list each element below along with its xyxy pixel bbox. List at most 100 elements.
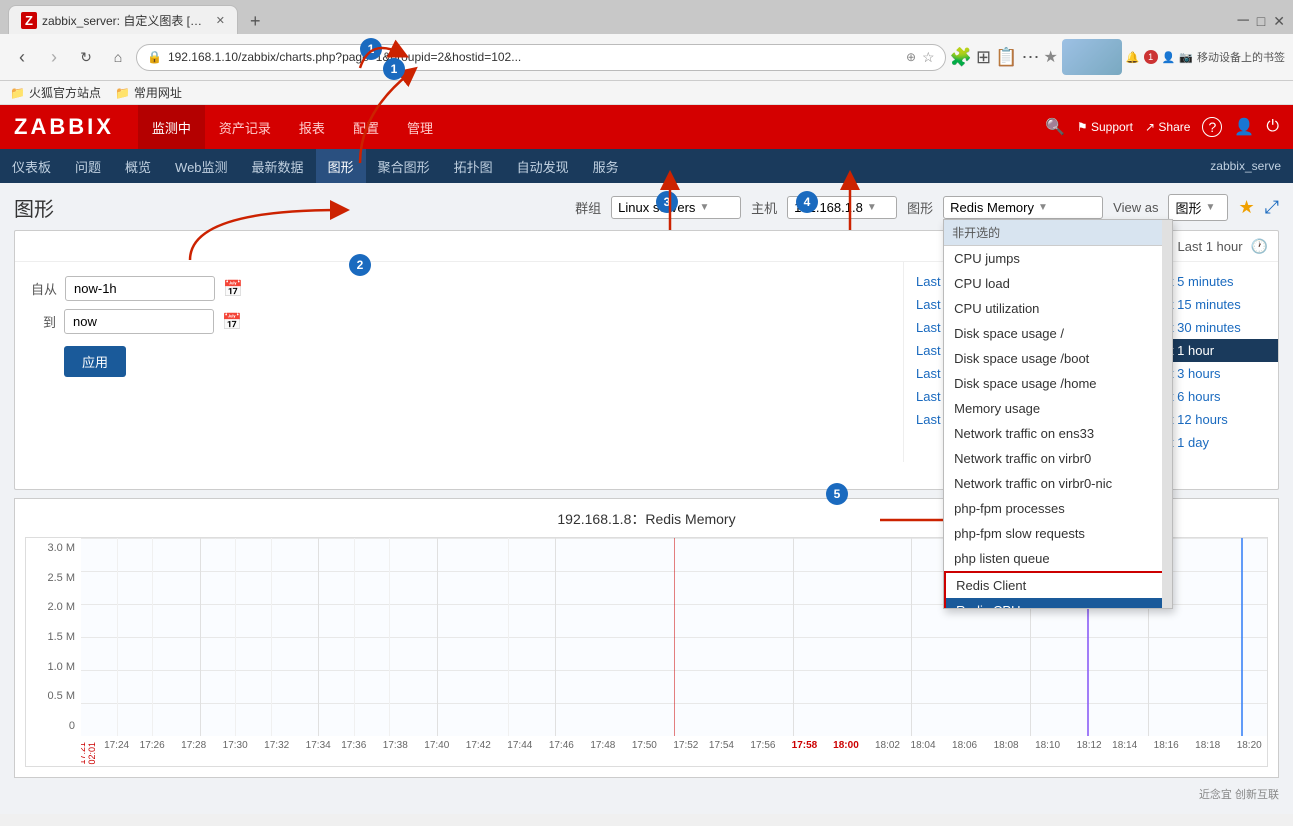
subnav-discovery[interactable]: 自动发现 <box>505 149 581 183</box>
reload-button[interactable]: ↻ <box>72 43 100 71</box>
forward-button[interactable]: › <box>40 43 68 71</box>
from-label: 自从 <box>31 279 57 298</box>
x-tick-1746: 17:46 <box>549 740 574 751</box>
to-input[interactable] <box>64 309 214 334</box>
dropdown-item-net1[interactable]: Network traffic on ens33 <box>944 421 1172 446</box>
sidebar-icon[interactable]: ⊞ <box>976 47 991 68</box>
page-header-row: 图形 群组 Linux servers ▼ 主机 192.168.1.8 ▼ 图… <box>14 193 1279 222</box>
chevron-down-icon: ▼ <box>699 202 709 213</box>
subnav-overview[interactable]: 概览 <box>113 149 163 183</box>
to-calendar-icon[interactable]: 📅 <box>222 312 242 332</box>
dropdown-item-disk1[interactable]: Disk space usage / <box>944 321 1172 346</box>
more-icon[interactable]: ⋯ <box>1022 47 1040 68</box>
new-tab-button[interactable]: + <box>240 8 271 34</box>
x-tick-1736: 17:36 <box>341 740 366 751</box>
home-button[interactable]: ⌂ <box>104 43 132 71</box>
subnav-latest[interactable]: 最新数据 <box>240 149 316 183</box>
dropdown-item-disk2[interactable]: Disk space usage /boot <box>944 346 1172 371</box>
dropdown-item-disk3[interactable]: Disk space usage /home <box>944 371 1172 396</box>
dropdown-item-cpu-util[interactable]: CPU utilization <box>944 296 1172 321</box>
address-bar[interactable]: 🔒 192.168.1.10/zabbix/charts.php?page=1&… <box>136 44 946 71</box>
dropdown-header-item: 非开选的 <box>944 220 1172 246</box>
graph-filter-label: 图形 <box>907 198 933 217</box>
address-text: 192.168.1.10/zabbix/charts.php?page=1&gr… <box>168 50 900 64</box>
kiosk-expand-button[interactable]: ⤢ <box>1265 197 1279 218</box>
nav-config[interactable]: 配置 <box>339 105 393 149</box>
subnav-aggregate[interactable]: 聚合图形 <box>366 149 442 183</box>
x-tick-start: 17:2102:01 <box>81 742 97 765</box>
nav-reports[interactable]: 报表 <box>285 105 339 149</box>
group-filter-select[interactable]: Linux servers ▼ <box>611 196 741 219</box>
subnav-topology[interactable]: 拓扑图 <box>442 149 505 183</box>
nav-assets[interactable]: 资产记录 <box>205 105 285 149</box>
active-tab[interactable]: Z zabbix_server: 自定义图表 [图... ✕ <box>8 5 238 34</box>
subnav-services[interactable]: 服务 <box>581 149 631 183</box>
minimize-icon[interactable]: ─ <box>1237 12 1248 30</box>
lock-icon: 🔒 <box>147 50 162 64</box>
dropdown-item-phplisten[interactable]: php listen queue <box>944 546 1172 571</box>
x-tick-1806: 18:06 <box>952 740 977 751</box>
apply-row: 应用 <box>31 346 887 377</box>
dropdown-item-cpu-jumps[interactable]: CPU jumps <box>944 246 1172 271</box>
graph-select-trigger[interactable]: Redis Memory ▼ <box>943 196 1103 219</box>
zabbix-header: ZABBIX 监测中 资产记录 报表 配置 管理 🔍 ⚑ Support ↗ S… <box>0 105 1293 149</box>
tab-close-icon[interactable]: ✕ <box>216 14 225 27</box>
logout-icon[interactable]: ⏻ <box>1266 118 1279 136</box>
y-label-1: 0.5 M <box>47 690 75 702</box>
dropdown-item-net2[interactable]: Network traffic on virbr0 <box>944 446 1172 471</box>
subnav-graphs[interactable]: 图形 <box>316 149 366 183</box>
sub-nav: 仪表板 问题 概览 Web监测 最新数据 图形 聚合图形 拓扑图 自动发现 服务… <box>0 149 1293 183</box>
bookmark-star-icon[interactable]: ☆ <box>922 49 935 66</box>
browser-chrome: Z zabbix_server: 自定义图表 [图... ✕ + ─ □ ✕ ‹… <box>0 0 1293 105</box>
current-range-label: Last 1 hour <box>1178 239 1243 254</box>
dropdown-item-cpu-load[interactable]: CPU load <box>944 271 1172 296</box>
dropdown-item-net3[interactable]: Network traffic on virbr0-nic <box>944 471 1172 496</box>
vgrid-9 <box>437 538 438 736</box>
close-window-icon[interactable]: ✕ <box>1273 13 1285 30</box>
dropdown-item-redis-client[interactable]: Redis Client <box>944 571 1172 598</box>
dropdown-item-phpfpm[interactable]: php-fpm processes <box>944 496 1172 521</box>
support-link[interactable]: ⚑ Support <box>1077 120 1133 134</box>
dropdown-item-phpfpm-slow[interactable]: php-fpm slow requests <box>944 521 1172 546</box>
view-as-select[interactable]: 图形 ▼ <box>1168 194 1228 221</box>
x-tick-1758: 17:58 <box>792 740 818 751</box>
from-input[interactable] <box>65 276 215 301</box>
x-tick-1732: 17:32 <box>264 740 289 751</box>
apply-button[interactable]: 应用 <box>64 346 126 377</box>
bookmark-common[interactable]: 📁 常用网址 <box>115 84 182 101</box>
subnav-dashboard[interactable]: 仪表板 <box>0 149 63 183</box>
x-tick-1750: 17:50 <box>632 740 657 751</box>
host-filter-select[interactable]: 192.168.1.8 ▼ <box>787 196 897 219</box>
vgrid-14 <box>911 538 912 736</box>
subnav-problems[interactable]: 问题 <box>63 149 113 183</box>
dropdown-item-redis-cpu[interactable]: Redis CPU <box>944 598 1172 609</box>
dropdown-scrollbar[interactable] <box>1162 220 1172 608</box>
back-button[interactable]: ‹ <box>8 43 36 71</box>
x-tick-1802: 18:02 <box>875 740 900 751</box>
favorite-icon[interactable]: ★ <box>1044 47 1058 67</box>
nav-monitoring[interactable]: 监测中 <box>138 105 205 149</box>
vgrid-7 <box>354 538 355 736</box>
dropdown-item-memory[interactable]: Memory usage <box>944 396 1172 421</box>
x-tick-1752: 17:52 <box>673 740 698 751</box>
maximize-icon[interactable]: □ <box>1257 13 1265 29</box>
zabbix-app: ZABBIX 监测中 资产记录 报表 配置 管理 🔍 ⚑ Support ↗ S… <box>0 105 1293 814</box>
favorite-star-button[interactable]: ★ <box>1238 197 1254 218</box>
x-tick-1744: 17:44 <box>507 740 532 751</box>
subnav-web[interactable]: Web监测 <box>163 149 240 183</box>
help-icon[interactable]: ? <box>1202 117 1222 137</box>
search-icon[interactable]: 🔍 <box>1045 117 1065 137</box>
nav-admin[interactable]: 管理 <box>393 105 447 149</box>
graph-filter-dropdown[interactable]: Redis Memory ▼ 非开选的 CPU jumps CPU load C… <box>943 196 1103 219</box>
reader-icon[interactable]: 📋 <box>995 47 1017 68</box>
share-link[interactable]: ↗ Share <box>1145 120 1190 134</box>
bookmark-firefox[interactable]: 📁 火狐官方站点 <box>10 84 101 101</box>
user-icon[interactable]: 👤 <box>1234 117 1254 137</box>
to-row: 到 📅 <box>31 309 887 334</box>
x-tick-1756: 17:56 <box>750 740 775 751</box>
clock-icon: 🕐 <box>1251 238 1268 255</box>
vgrid-6 <box>318 538 319 736</box>
extensions-icon[interactable]: 🧩 <box>950 47 972 68</box>
search-engines-icon[interactable]: ⊕ <box>906 50 916 64</box>
from-calendar-icon[interactable]: 📅 <box>223 279 243 299</box>
